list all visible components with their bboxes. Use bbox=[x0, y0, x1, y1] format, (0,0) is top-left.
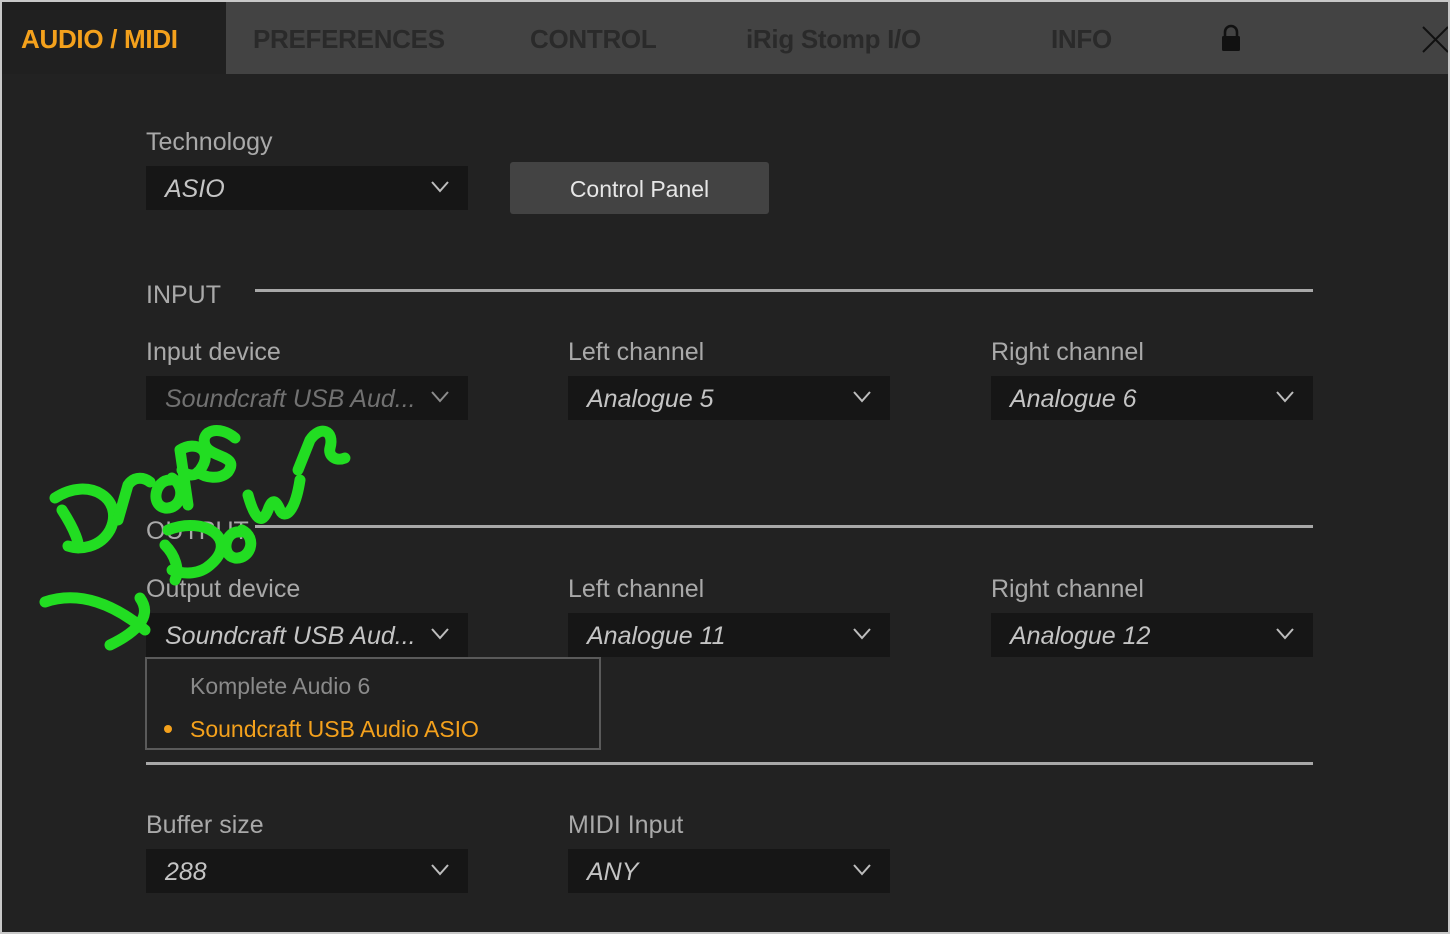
output-section-title: OUTPUT bbox=[146, 517, 249, 545]
option-label: Soundcraft USB Audio ASIO bbox=[190, 716, 479, 742]
output-left-channel-value: Analogue 11 bbox=[587, 622, 726, 650]
chevron-down-icon bbox=[431, 628, 449, 640]
input-device-value: Soundcraft USB Aud... bbox=[165, 385, 416, 413]
output-right-channel-select[interactable]: Analogue 12 bbox=[991, 613, 1313, 657]
input-right-channel-label: Right channel bbox=[991, 338, 1144, 366]
buffer-size-label: Buffer size bbox=[146, 811, 264, 839]
input-device-select[interactable]: Soundcraft USB Aud... bbox=[146, 376, 468, 420]
technology-select[interactable]: ASIO bbox=[146, 166, 468, 210]
buffer-size-value: 288 bbox=[165, 858, 207, 886]
chevron-down-icon bbox=[1276, 391, 1294, 403]
input-left-channel-value: Analogue 5 bbox=[587, 385, 714, 413]
tab-audio-midi[interactable]: AUDIO / MIDI bbox=[2, 2, 226, 74]
output-section-divider bbox=[255, 525, 1313, 528]
chevron-down-icon bbox=[853, 864, 871, 876]
tab-irig-stomp-io[interactable]: iRig Stomp I/O bbox=[746, 2, 921, 74]
tab-info[interactable]: INFO bbox=[1051, 2, 1112, 74]
input-left-channel-label: Left channel bbox=[568, 338, 705, 366]
option-label: Komplete Audio 6 bbox=[190, 673, 371, 699]
selected-bullet-icon bbox=[164, 725, 172, 733]
chevron-down-icon bbox=[431, 864, 449, 876]
output-left-channel-label: Left channel bbox=[568, 575, 705, 603]
close-icon[interactable] bbox=[1420, 24, 1448, 54]
chevron-down-icon bbox=[853, 628, 871, 640]
output-device-label: Output device bbox=[146, 575, 301, 603]
input-right-channel-select[interactable]: Analogue 6 bbox=[991, 376, 1313, 420]
buffer-size-select[interactable]: 288 bbox=[146, 849, 468, 893]
output-device-option-selected[interactable]: Soundcraft USB Audio ASIO bbox=[147, 709, 599, 749]
lock-icon[interactable] bbox=[1220, 24, 1242, 52]
technology-value: ASIO bbox=[165, 175, 225, 203]
chevron-down-icon bbox=[1276, 628, 1294, 640]
tab-preferences[interactable]: PREFERENCES bbox=[253, 2, 445, 74]
output-device-select[interactable]: Soundcraft USB Aud... bbox=[146, 613, 468, 657]
input-right-channel-value: Analogue 6 bbox=[1010, 385, 1137, 413]
input-device-label: Input device bbox=[146, 338, 281, 366]
midi-input-value: ANY bbox=[587, 858, 639, 886]
tab-control[interactable]: CONTROL bbox=[530, 2, 657, 74]
midi-input-select[interactable]: ANY bbox=[568, 849, 890, 893]
technology-label: Technology bbox=[146, 128, 273, 156]
input-section-title: INPUT bbox=[146, 281, 221, 309]
input-left-channel-select[interactable]: Analogue 5 bbox=[568, 376, 890, 420]
output-device-option[interactable]: Komplete Audio 6 bbox=[147, 666, 599, 706]
chevron-down-icon bbox=[431, 181, 449, 193]
output-device-value: Soundcraft USB Aud... bbox=[165, 622, 416, 650]
midi-input-label: MIDI Input bbox=[568, 811, 684, 839]
chevron-down-icon bbox=[853, 391, 871, 403]
control-panel-button[interactable]: Control Panel bbox=[510, 162, 769, 214]
audio-midi-settings-window: AUDIO / MIDI PREFERENCES CONTROL iRig St… bbox=[2, 2, 1448, 932]
output-right-channel-label: Right channel bbox=[991, 575, 1144, 603]
output-left-channel-select[interactable]: Analogue 11 bbox=[568, 613, 890, 657]
output-device-dropdown-menu: Komplete Audio 6 Soundcraft USB Audio AS… bbox=[145, 657, 601, 750]
chevron-down-icon bbox=[431, 391, 449, 403]
output-right-channel-value: Analogue 12 bbox=[1010, 622, 1151, 650]
input-section-divider bbox=[255, 289, 1313, 292]
tab-bar: AUDIO / MIDI PREFERENCES CONTROL iRig St… bbox=[2, 2, 1448, 74]
buffer-section-divider bbox=[146, 762, 1313, 765]
